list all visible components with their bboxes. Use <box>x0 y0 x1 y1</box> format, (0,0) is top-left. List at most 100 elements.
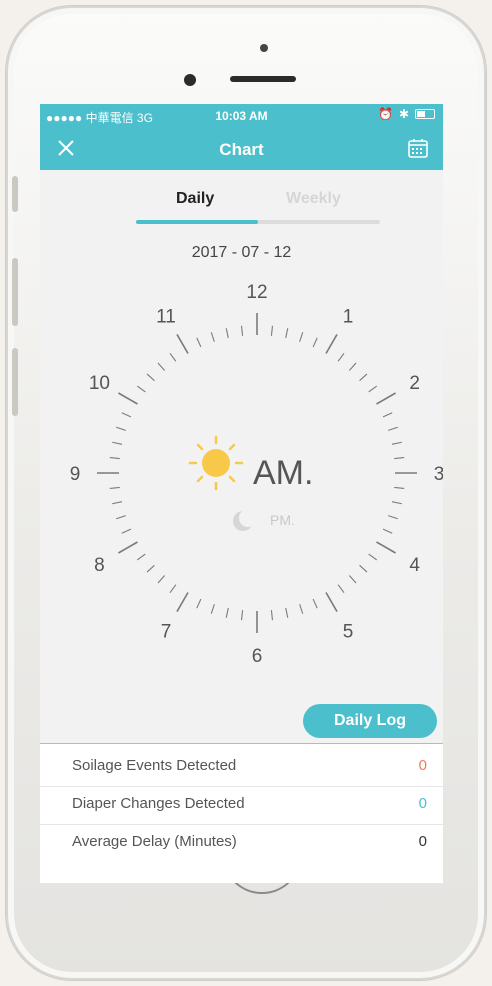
minute-tick <box>348 575 357 584</box>
minute-tick <box>391 501 402 505</box>
front-camera <box>184 74 196 86</box>
hour-tick <box>118 541 138 554</box>
hour-tick <box>376 392 396 405</box>
minute-tick <box>240 325 244 336</box>
period-tabs: Daily Weekly <box>136 190 380 226</box>
stat-value: 0 <box>418 833 427 850</box>
minute-tick <box>112 441 123 445</box>
minute-tick <box>169 584 177 594</box>
stat-row-diaper-changes: Diaper Changes Detected 0 <box>40 786 443 824</box>
date-label: 2017 - 07 - 12 <box>191 244 292 261</box>
volume-down-button <box>12 348 18 416</box>
stat-label: Diaper Changes Detected <box>72 795 245 812</box>
minute-tick <box>337 584 345 594</box>
stat-label: Average Delay (Minutes) <box>72 833 237 850</box>
minute-tick <box>210 604 215 614</box>
minute-tick <box>368 385 378 393</box>
hour-number-11: 11 <box>156 306 176 327</box>
page-title: Chart <box>219 140 264 159</box>
minute-tick <box>312 337 318 348</box>
alarm-icon: ⏰ <box>377 107 393 121</box>
minute-tick <box>225 607 229 618</box>
hour-number-12: 12 <box>246 282 267 303</box>
bluetooth-icon: ✱ <box>398 107 409 121</box>
minute-tick <box>146 564 155 573</box>
hour-number-4: 4 <box>409 555 420 576</box>
status-bar: ●●●●● 中華電信 3G 10:03 AM ⏰ ✱ <box>40 104 443 128</box>
minute-tick <box>210 332 215 342</box>
minute-tick <box>394 456 405 460</box>
earpiece-speaker <box>230 76 296 82</box>
minute-tick <box>285 328 289 339</box>
volume-up-button <box>12 258 18 326</box>
minute-tick <box>240 610 244 621</box>
stat-value: 0 <box>418 795 427 812</box>
tab-daily[interactable]: Daily <box>176 190 214 208</box>
minute-tick <box>109 456 120 460</box>
tab-indicator <box>136 220 258 224</box>
proximity-sensor <box>260 44 268 52</box>
minute-tick <box>394 486 405 490</box>
minute-tick <box>169 352 177 362</box>
battery-icon <box>415 109 435 119</box>
minute-tick <box>157 362 166 371</box>
hour-number-6: 6 <box>252 646 263 667</box>
hour-tick <box>176 334 189 354</box>
mute-switch <box>12 176 18 212</box>
minute-tick <box>359 373 368 382</box>
minute-tick <box>136 385 146 393</box>
hour-tick <box>176 592 189 612</box>
minute-tick <box>136 553 146 561</box>
minute-tick <box>285 607 289 618</box>
hour-number-1: 1 <box>343 306 354 327</box>
stat-row-soilage: Soilage Events Detected 0 <box>40 748 443 786</box>
minute-tick <box>382 528 393 534</box>
app-screen: ●●●●● 中華電信 3G 10:03 AM ⏰ ✱ Chart Daily W… <box>40 104 443 790</box>
minute-tick <box>299 332 304 342</box>
minute-tick <box>157 575 166 584</box>
hour-tick <box>376 541 396 554</box>
minute-tick <box>116 515 126 520</box>
minute-tick <box>312 598 318 609</box>
stat-row-average-delay: Average Delay (Minutes) 0 <box>40 824 443 862</box>
minute-tick <box>388 515 398 520</box>
minute-tick <box>146 373 155 382</box>
minute-tick <box>196 337 202 348</box>
minute-tick <box>348 362 357 371</box>
stat-value: 0 <box>418 757 427 774</box>
minute-tick <box>121 412 132 418</box>
minute-tick <box>270 325 274 336</box>
minute-tick <box>121 528 132 534</box>
nav-bar: Chart <box>40 128 443 170</box>
minute-tick <box>109 486 120 490</box>
hour-number-3: 3 <box>434 464 443 485</box>
minute-tick <box>196 598 202 609</box>
hour-number-5: 5 <box>343 622 354 643</box>
minute-tick <box>112 501 123 505</box>
hour-number-10: 10 <box>89 373 110 394</box>
minute-tick <box>299 604 304 614</box>
clock-dial: 121234567891011 <box>70 282 443 667</box>
hour-tick <box>118 392 138 405</box>
minute-tick <box>388 426 398 431</box>
minute-tick <box>225 328 229 339</box>
minute-tick <box>391 441 402 445</box>
hour-tick <box>325 334 338 354</box>
am-label[interactable]: AM. <box>253 454 313 493</box>
daily-log-button[interactable]: Daily Log <box>303 704 437 738</box>
pm-label[interactable]: PM. <box>270 512 295 528</box>
minute-tick <box>359 564 368 573</box>
hour-tick <box>325 592 338 612</box>
hour-number-8: 8 <box>94 555 105 576</box>
stats-list: Soilage Events Detected 0 Diaper Changes… <box>40 743 443 883</box>
hour-number-7: 7 <box>161 622 172 643</box>
minute-tick <box>116 426 126 431</box>
hour-number-9: 9 <box>70 464 81 485</box>
tab-weekly[interactable]: Weekly <box>286 190 341 208</box>
minute-tick <box>337 352 345 362</box>
hour-number-2: 2 <box>409 373 420 394</box>
minute-tick <box>270 610 274 621</box>
calendar-icon[interactable] <box>407 137 429 159</box>
stat-label: Soilage Events Detected <box>72 757 237 774</box>
minute-tick <box>368 553 378 561</box>
